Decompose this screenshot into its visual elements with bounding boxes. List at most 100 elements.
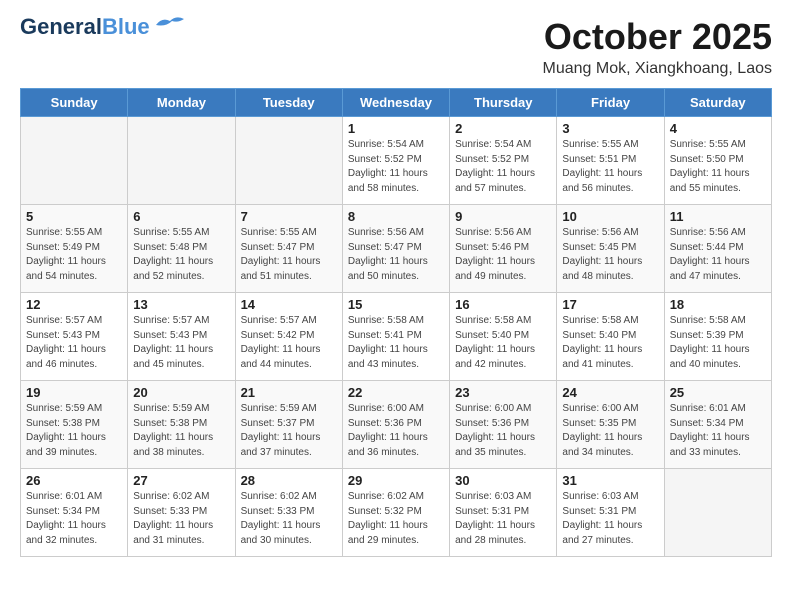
day-info: Sunrise: 5:54 AM Sunset: 5:52 PM Dayligh… — [455, 138, 551, 196]
day-info: Sunrise: 5:59 AM Sunset: 5:38 PM Dayligh… — [133, 402, 229, 460]
day-info: Sunrise: 5:55 AM Sunset: 5:49 PM Dayligh… — [26, 226, 122, 284]
calendar-cell: 13Sunrise: 5:57 AM Sunset: 5:43 PM Dayli… — [128, 293, 235, 381]
weekday-header: Tuesday — [235, 89, 342, 117]
calendar-cell: 11 Sunrise: 5:56 AM Sunset: 5:44 PM Dayli… — [664, 205, 771, 293]
calendar-cell: 19 Sunrise: 5:59 AM Sunset: 5:38 PM Dayli… — [21, 381, 128, 469]
day-number: 14 — [241, 297, 337, 312]
day-info: Sunrise: 5:57 AM Sunset: 5:42 PM Dayligh… — [241, 314, 337, 372]
calendar-cell: 26 Sunrise: 6:01 AM Sunset: 5:34 PM Dayli… — [21, 469, 128, 557]
day-info: Sunrise: 5:57 AM Sunset: 5:43 PM Dayligh… — [133, 314, 229, 372]
day-number: 20 — [133, 385, 229, 400]
weekday-header: Friday — [557, 89, 664, 117]
day-info: Sunrise: 5:59 AM Sunset: 5:37 PM Dayligh… — [241, 402, 337, 460]
calendar-cell: 23 Sunrise: 6:00 AM Sunset: 5:36 PM Dayli… — [450, 381, 557, 469]
day-number: 25 — [670, 385, 766, 400]
calendar-cell: 16 Sunrise: 5:58 AM Sunset: 5:40 PM Dayli… — [450, 293, 557, 381]
day-number: 21 — [241, 385, 337, 400]
day-info: Sunrise: 6:00 AM Sunset: 5:36 PM Dayligh… — [348, 402, 444, 460]
day-info: Sunrise: 6:00 AM Sunset: 5:36 PM Dayligh… — [455, 402, 551, 460]
calendar-week-row: 1 Sunrise: 5:54 AM Sunset: 5:52 PM Daylig… — [21, 117, 772, 205]
day-number: 7 — [241, 209, 337, 224]
day-info: Sunrise: 5:55 AM Sunset: 5:50 PM Dayligh… — [670, 138, 766, 196]
calendar-cell: 29 Sunrise: 6:02 AM Sunset: 5:32 PM Dayli… — [342, 469, 449, 557]
calendar-week-row: 26 Sunrise: 6:01 AM Sunset: 5:34 PM Dayli… — [21, 469, 772, 557]
day-number: 27 — [133, 473, 229, 488]
day-info: Sunrise: 6:02 AM Sunset: 5:32 PM Dayligh… — [348, 490, 444, 548]
day-number: 6 — [133, 209, 229, 224]
calendar-cell: 12 Sunrise: 5:57 AM Sunset: 5:43 PM Dayli… — [21, 293, 128, 381]
day-number: 2 — [455, 121, 551, 136]
day-number: 26 — [26, 473, 122, 488]
weekday-header: Wednesday — [342, 89, 449, 117]
day-info: Sunrise: 6:00 AM Sunset: 5:35 PM Dayligh… — [562, 402, 658, 460]
day-info: Sunrise: 5:56 AM Sunset: 5:47 PM Dayligh… — [348, 226, 444, 284]
day-info: Sunrise: 5:58 AM Sunset: 5:40 PM Dayligh… — [562, 314, 658, 372]
weekday-header: Sunday — [21, 89, 128, 117]
day-info: Sunrise: 5:55 AM Sunset: 5:47 PM Dayligh… — [241, 226, 337, 284]
calendar-cell: 8Sunrise: 5:56 AM Sunset: 5:47 PM Daylig… — [342, 205, 449, 293]
calendar-cell: 1 Sunrise: 5:54 AM Sunset: 5:52 PM Daylig… — [342, 117, 449, 205]
calendar-cell — [664, 469, 771, 557]
calendar-week-row: 12 Sunrise: 5:57 AM Sunset: 5:43 PM Dayli… — [21, 293, 772, 381]
calendar-cell: 18 Sunrise: 5:58 AM Sunset: 5:39 PM Dayli… — [664, 293, 771, 381]
day-number: 1 — [348, 121, 444, 136]
calendar-table: SundayMondayTuesdayWednesdayThursdayFrid… — [20, 88, 772, 557]
calendar-cell: 5 Sunrise: 5:55 AM Sunset: 5:49 PM Daylig… — [21, 205, 128, 293]
day-number: 9 — [455, 209, 551, 224]
day-number: 18 — [670, 297, 766, 312]
calendar-cell — [21, 117, 128, 205]
calendar-week-row: 5 Sunrise: 5:55 AM Sunset: 5:49 PM Daylig… — [21, 205, 772, 293]
location-subtitle: Muang Mok, Xiangkhoang, Laos — [543, 60, 772, 78]
day-number: 23 — [455, 385, 551, 400]
calendar-cell: 9 Sunrise: 5:56 AM Sunset: 5:46 PM Daylig… — [450, 205, 557, 293]
day-number: 3 — [562, 121, 658, 136]
day-number: 31 — [562, 473, 658, 488]
calendar-cell: 27 Sunrise: 6:02 AM Sunset: 5:33 PM Dayli… — [128, 469, 235, 557]
calendar-cell: 3 Sunrise: 5:55 AM Sunset: 5:51 PM Daylig… — [557, 117, 664, 205]
day-info: Sunrise: 5:58 AM Sunset: 5:40 PM Dayligh… — [455, 314, 551, 372]
day-info: Sunrise: 5:57 AM Sunset: 5:43 PM Dayligh… — [26, 314, 122, 372]
day-number: 24 — [562, 385, 658, 400]
day-number: 15 — [348, 297, 444, 312]
calendar-cell: 4 Sunrise: 5:55 AM Sunset: 5:50 PM Daylig… — [664, 117, 771, 205]
page-header: GeneralBlue October 2025 Muang Mok, Xian… — [20, 16, 772, 78]
calendar-cell: 15Sunrise: 5:58 AM Sunset: 5:41 PM Dayli… — [342, 293, 449, 381]
day-number: 12 — [26, 297, 122, 312]
day-number: 10 — [562, 209, 658, 224]
weekday-header-row: SundayMondayTuesdayWednesdayThursdayFrid… — [21, 89, 772, 117]
calendar-week-row: 19 Sunrise: 5:59 AM Sunset: 5:38 PM Dayli… — [21, 381, 772, 469]
day-info: Sunrise: 6:02 AM Sunset: 5:33 PM Dayligh… — [133, 490, 229, 548]
month-title: October 2025 — [543, 16, 772, 58]
day-number: 22 — [348, 385, 444, 400]
day-info: Sunrise: 6:01 AM Sunset: 5:34 PM Dayligh… — [26, 490, 122, 548]
day-info: Sunrise: 5:56 AM Sunset: 5:45 PM Dayligh… — [562, 226, 658, 284]
calendar-cell: 25 Sunrise: 6:01 AM Sunset: 5:34 PM Dayli… — [664, 381, 771, 469]
day-info: Sunrise: 5:59 AM Sunset: 5:38 PM Dayligh… — [26, 402, 122, 460]
day-info: Sunrise: 5:56 AM Sunset: 5:46 PM Dayligh… — [455, 226, 551, 284]
calendar-cell: 28Sunrise: 6:02 AM Sunset: 5:33 PM Dayli… — [235, 469, 342, 557]
day-number: 16 — [455, 297, 551, 312]
calendar-cell: 21 Sunrise: 5:59 AM Sunset: 5:37 PM Dayli… — [235, 381, 342, 469]
calendar-cell — [235, 117, 342, 205]
day-info: Sunrise: 5:54 AM Sunset: 5:52 PM Dayligh… — [348, 138, 444, 196]
calendar-cell: 14 Sunrise: 5:57 AM Sunset: 5:42 PM Dayli… — [235, 293, 342, 381]
day-info: Sunrise: 6:01 AM Sunset: 5:34 PM Dayligh… — [670, 402, 766, 460]
day-number: 19 — [26, 385, 122, 400]
logo-text: GeneralBlue — [20, 16, 150, 38]
day-info: Sunrise: 5:55 AM Sunset: 5:51 PM Dayligh… — [562, 138, 658, 196]
day-number: 28 — [241, 473, 337, 488]
calendar-cell: 24 Sunrise: 6:00 AM Sunset: 5:35 PM Dayli… — [557, 381, 664, 469]
day-number: 11 — [670, 209, 766, 224]
day-number: 5 — [26, 209, 122, 224]
day-number: 30 — [455, 473, 551, 488]
day-number: 4 — [670, 121, 766, 136]
day-info: Sunrise: 5:58 AM Sunset: 5:39 PM Dayligh… — [670, 314, 766, 372]
day-number: 29 — [348, 473, 444, 488]
calendar-cell: 2 Sunrise: 5:54 AM Sunset: 5:52 PM Daylig… — [450, 117, 557, 205]
weekday-header: Thursday — [450, 89, 557, 117]
calendar-cell: 7 Sunrise: 5:55 AM Sunset: 5:47 PM Daylig… — [235, 205, 342, 293]
calendar-cell: 31Sunrise: 6:03 AM Sunset: 5:31 PM Dayli… — [557, 469, 664, 557]
title-section: October 2025 Muang Mok, Xiangkhoang, Lao… — [543, 16, 772, 78]
day-info: Sunrise: 5:56 AM Sunset: 5:44 PM Dayligh… — [670, 226, 766, 284]
calendar-cell: 22 Sunrise: 6:00 AM Sunset: 5:36 PM Dayli… — [342, 381, 449, 469]
